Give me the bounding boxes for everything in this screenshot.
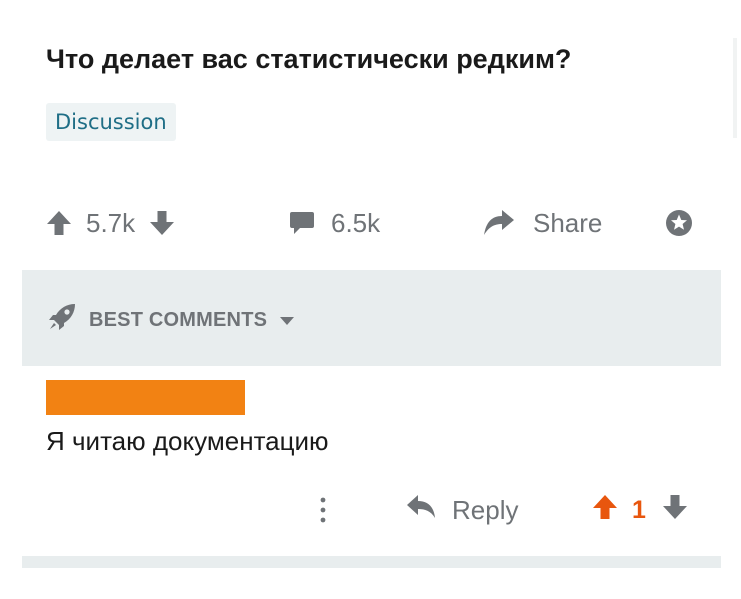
comment-score: 1 — [632, 495, 646, 524]
share-label: Share — [533, 207, 603, 238]
award-button[interactable] — [664, 198, 694, 248]
post-vote-control: 5.7k — [46, 198, 175, 248]
post-action-bar: 5.7k 6.5k Share — [46, 198, 696, 248]
downvote-icon[interactable] — [149, 209, 175, 237]
redacted-username — [46, 380, 245, 415]
award-star-icon — [664, 208, 694, 238]
share-arrow-icon — [483, 209, 515, 237]
upvote-icon[interactable] — [46, 209, 72, 237]
downvote-icon[interactable] — [662, 493, 688, 528]
rocket-icon — [47, 302, 77, 338]
speech-bubble-icon — [289, 209, 315, 237]
comment-item: Я читаю документацию Reply 1 — [22, 366, 721, 556]
comment-action-bar: Reply 1 — [22, 488, 721, 532]
comment-divider — [22, 556, 721, 568]
comments-button[interactable]: 6.5k — [289, 198, 380, 248]
reply-arrow-icon — [406, 494, 436, 527]
reply-label: Reply — [452, 494, 519, 525]
comment-vote-control: 1 — [592, 488, 688, 532]
more-options-button[interactable] — [314, 492, 332, 528]
caret-down-icon — [279, 309, 295, 332]
sort-label: BEST COMMENTS — [89, 308, 268, 331]
comment-sort-bar: BEST COMMENTS — [22, 270, 721, 366]
comment-count: 6.5k — [331, 207, 381, 238]
upvote-icon[interactable] — [592, 493, 618, 528]
vertical-dots-icon — [320, 497, 326, 523]
reply-button[interactable]: Reply — [406, 488, 518, 532]
post-flair[interactable]: Discussion — [46, 103, 176, 141]
post-vote-count: 5.7k — [86, 207, 136, 238]
share-button[interactable]: Share — [483, 198, 602, 248]
comment-body: Я читаю документацию — [46, 426, 329, 456]
post-title: Что делает вас статистически редким? — [46, 44, 572, 74]
edge-artifact — [733, 38, 737, 138]
comment-sort-dropdown[interactable]: BEST COMMENTS — [47, 302, 295, 338]
